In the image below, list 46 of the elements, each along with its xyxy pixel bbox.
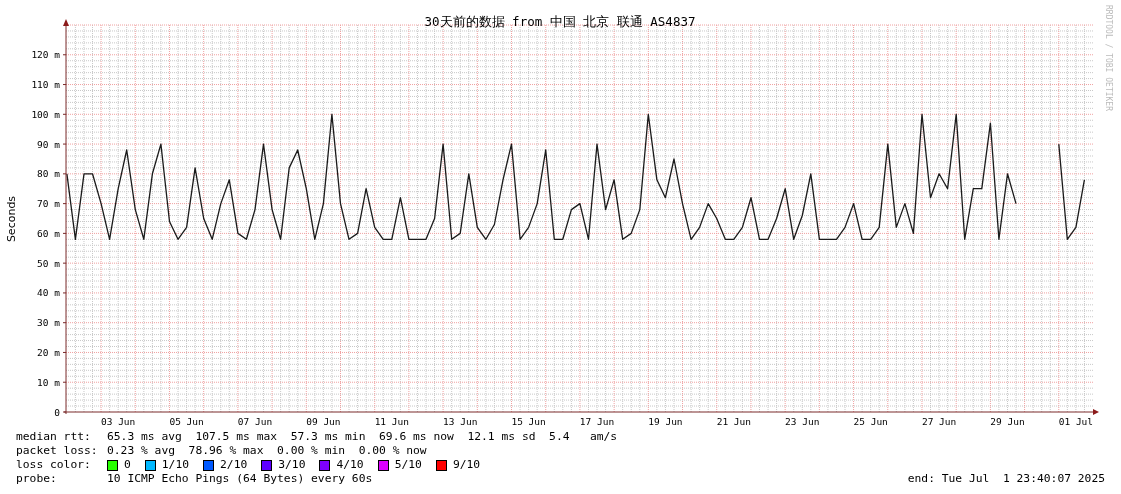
tick-label: 11 Jun — [374, 416, 409, 427]
legend-value: 2/10 — [220, 458, 248, 472]
tick-label: 120 m — [31, 49, 60, 61]
tick-label: 50 m — [37, 257, 60, 269]
tick-label: 10 m — [37, 376, 60, 388]
legend-value: 3/10 — [278, 458, 306, 472]
legend-value: 0.23 % avg 78.96 % max 0.00 % min 0.00 % now — [107, 444, 427, 458]
tick-label: 05 Jun — [169, 416, 204, 427]
tick-label: 80 m — [37, 168, 60, 180]
legend-label: probe: — [16, 472, 58, 486]
tick-label: 23 Jun — [785, 416, 820, 427]
tick-label: 27 Jun — [921, 416, 957, 427]
legend-value: 0 — [124, 458, 131, 472]
tick-label: 0 — [54, 406, 60, 418]
tick-label: 03 Jun — [101, 416, 136, 427]
tick-label: 09 Jun — [306, 416, 341, 427]
tick-label: 110 m — [31, 79, 60, 91]
tick-label: 21 Jun — [716, 416, 751, 427]
tick-label: 29 Jun — [990, 416, 1025, 427]
tick-label: 30 m — [37, 317, 60, 329]
tick-label: 60 m — [37, 227, 60, 239]
legend-value: 65.3 ms avg 107.5 ms max 57.3 ms min 69.6 ms now 12.1 ms sd 5.4 am/s — [107, 430, 618, 444]
tick-label: 25 Jun — [853, 416, 888, 427]
legend-value: 5/10 — [394, 458, 422, 472]
tick-label: 70 m — [37, 198, 60, 210]
tick-label: 17 Jun — [579, 416, 615, 427]
axis-title: Seconds — [5, 195, 18, 243]
legend-value: 9/10 — [452, 458, 481, 472]
end-time: end: Tue Jul 1 23:40:07 2025 — [907, 472, 1105, 486]
legend-label: median rtt: — [16, 430, 92, 444]
legend-value: 1/10 — [161, 458, 190, 472]
legend-label: packet loss: — [16, 444, 99, 458]
tick-label: 20 m — [37, 346, 60, 358]
tick-label: 100 m — [31, 108, 60, 120]
tick-label: 90 m — [37, 138, 60, 150]
credit-text: RRDTOOL / TOBI OETIKER — [1104, 5, 1113, 111]
legend-label: loss color: — [16, 458, 92, 472]
tick-label: 13 Jun — [443, 416, 478, 427]
tick-label: 01 Jul — [1058, 416, 1094, 427]
tick-label: 07 Jun — [237, 416, 273, 427]
legend-value: 10 ICMP Echo Pings (64 Bytes) every 60s — [107, 472, 373, 486]
chart-title: 30天前的数据 from 中国 北京 联通 AS4837 — [424, 14, 696, 29]
tick-label: 40 m — [37, 287, 60, 299]
tick-label: 19 Jun — [648, 416, 683, 427]
tick-label: 15 Jun — [511, 416, 546, 427]
legend-value: 4/10 — [336, 458, 364, 472]
